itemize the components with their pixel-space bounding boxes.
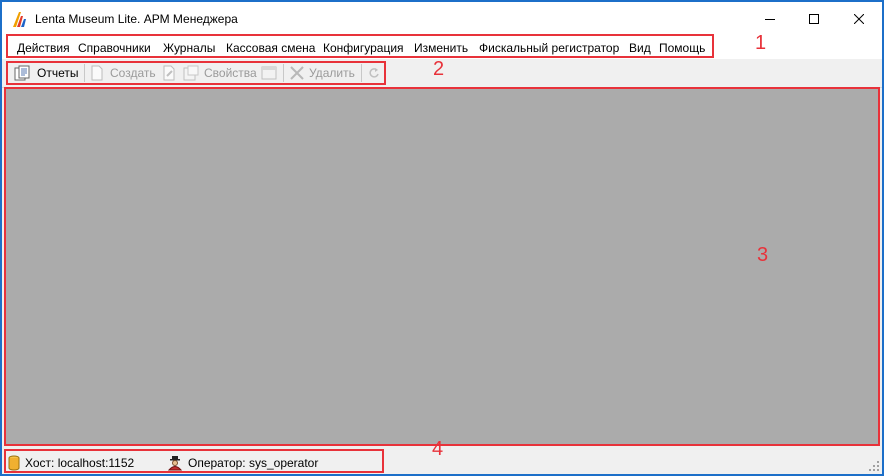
- app-logo-icon: [13, 12, 26, 27]
- maximize-button[interactable]: [792, 2, 836, 35]
- annotation-number: 4: [432, 438, 444, 460]
- title-bar[interactable]: Lenta Museum Lite. АРМ Менеджера: [2, 2, 882, 35]
- resize-grip-icon[interactable]: [869, 461, 879, 471]
- annotation-box-statusbar: [4, 449, 384, 473]
- annotation-box-menu: [6, 34, 714, 58]
- close-icon: [854, 13, 864, 24]
- minimize-icon: [765, 18, 775, 20]
- maximize-icon: [809, 13, 819, 24]
- close-button[interactable]: [837, 2, 881, 35]
- annotation-box-toolbar: [6, 61, 386, 85]
- annotation-number: 3: [757, 244, 769, 266]
- minimize-button[interactable]: [748, 2, 792, 35]
- annotation-box-workspace: [4, 87, 880, 446]
- window-title: Lenta Museum Lite. АРМ Менеджера: [35, 12, 238, 26]
- annotation-number: 1: [755, 32, 767, 54]
- annotation-number: 2: [433, 58, 445, 80]
